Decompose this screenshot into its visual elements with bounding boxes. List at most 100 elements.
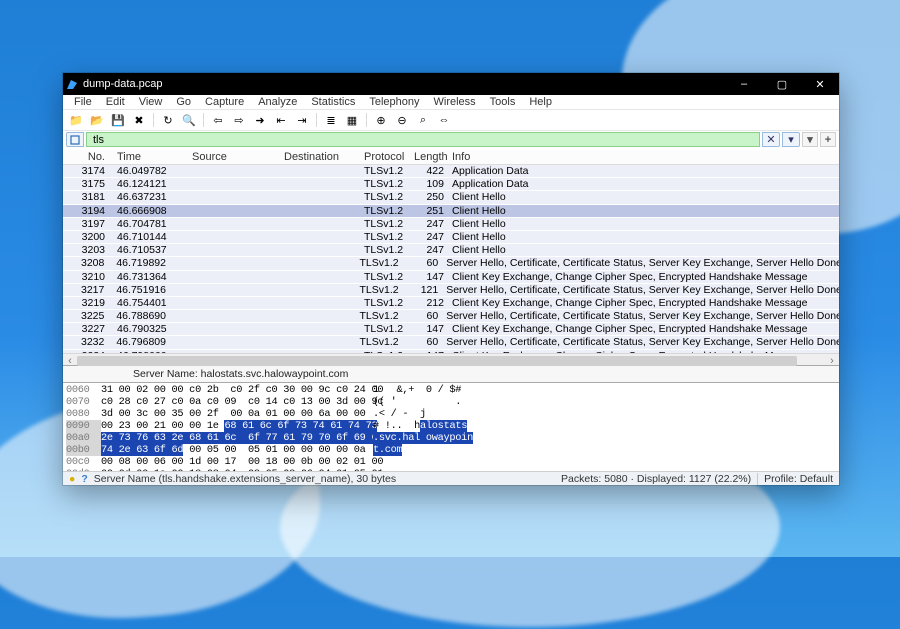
scroll-thumb[interactable] (77, 356, 797, 366)
col-info[interactable]: Info (448, 150, 839, 164)
packet-row[interactable]: 320346.710537TLSv1.2247Client Hello (63, 244, 839, 257)
packet-list-header[interactable]: No. Time Source Destination Protocol Len… (63, 150, 839, 165)
cell-source (188, 323, 280, 335)
hex-row[interactable]: 00a02e 73 76 63 2e 68 61 6c 6f 77 61 79 … (66, 432, 836, 444)
help-hint-icon[interactable]: ? (81, 473, 87, 485)
hex-ascii: (( ' . (373, 396, 836, 408)
packet-row[interactable]: 320846.719892TLSv1.260Server Hello, Cert… (63, 257, 839, 270)
packet-row[interactable]: 318146.637231TLSv1.2250Client Hello (63, 191, 839, 204)
cell-time: 46.719892 (112, 257, 186, 269)
expert-info-icon[interactable]: ● (69, 473, 75, 485)
hex-bytes: 31 00 02 00 00 c0 2b c0 2f c0 30 00 9c c… (101, 384, 373, 396)
minimize-button[interactable]: – (725, 73, 763, 95)
packet-row[interactable]: 317446.049782TLSv1.2422Application Data (63, 165, 839, 178)
cell-info: Client Hello (448, 191, 839, 203)
cell-protocol: TLSv1.2 (360, 271, 410, 283)
resize-cols-icon[interactable]: ⇔ (434, 110, 454, 130)
packet-row[interactable]: 322746.790325TLSv1.2147Client Key Exchan… (63, 323, 839, 336)
go-forward-icon[interactable]: ⇨ (229, 110, 249, 130)
menu-statistics[interactable]: Statistics (304, 95, 362, 109)
hex-row[interactable]: 009000 23 00 21 00 00 1e 68 61 6c 6f 73 … (66, 420, 836, 432)
col-protocol[interactable]: Protocol (360, 150, 410, 164)
filter-bookmark-icon[interactable] (66, 132, 84, 147)
zoom-reset-icon[interactable]: ⌕ (413, 110, 433, 130)
cell-no: 3227 (63, 323, 113, 335)
col-dest[interactable]: Destination (280, 150, 360, 164)
cell-source (188, 218, 280, 230)
auto-scroll-icon[interactable]: ≣ (321, 110, 341, 130)
menu-help[interactable]: Help (522, 95, 559, 109)
packet-row[interactable]: 319746.704781TLSv1.2247Client Hello (63, 218, 839, 231)
menu-edit[interactable]: Edit (99, 95, 132, 109)
hex-ascii: 1 &,+ 0 / $# (373, 384, 836, 396)
menu-wireless[interactable]: Wireless (427, 95, 483, 109)
filter-history-icon[interactable]: ▾ (802, 132, 818, 147)
filter-add-button[interactable]: + (820, 132, 836, 147)
display-filter-input[interactable] (86, 132, 760, 147)
cell-dest (280, 218, 360, 230)
hex-ascii: # !.. halostats (373, 420, 836, 432)
colorize-icon[interactable]: ▦ (342, 110, 362, 130)
zoom-out-icon[interactable]: ⊖ (392, 110, 412, 130)
hex-row[interactable]: 0070c0 28 c0 27 c0 0a c0 09 c0 14 c0 13 … (66, 396, 836, 408)
menu-analyze[interactable]: Analyze (251, 95, 304, 109)
cell-length: 60 (405, 310, 442, 322)
reload-icon[interactable]: ↻ (158, 110, 178, 130)
cell-length: 247 (410, 244, 448, 256)
packet-row[interactable]: 321046.731364TLSv1.2147Client Key Exchan… (63, 271, 839, 284)
menu-go[interactable]: Go (169, 95, 198, 109)
cell-length: 147 (410, 271, 448, 283)
packet-row[interactable]: 323246.796809TLSv1.260Server Hello, Cert… (63, 336, 839, 349)
cell-dest (280, 323, 360, 335)
zoom-in-icon[interactable]: ⊕ (371, 110, 391, 130)
menu-view[interactable]: View (132, 95, 170, 109)
hex-row[interactable]: 006031 00 02 00 00 c0 2b c0 2f c0 30 00 … (66, 384, 836, 396)
title-bar[interactable]: dump-data.pcap – ▢ ✕ (63, 73, 839, 95)
packet-row[interactable]: 319446.666908TLSv1.2251Client Hello (63, 205, 839, 218)
cell-protocol: TLSv1.2 (360, 205, 410, 217)
filter-clear-icon[interactable]: ✕ (762, 132, 780, 147)
col-source[interactable]: Source (188, 150, 280, 164)
packet-row[interactable]: 320046.710144TLSv1.2247Client Hello (63, 231, 839, 244)
packet-details-pane[interactable]: Server Name: halostats.svc.halowaypoint.… (63, 366, 839, 383)
go-back-icon[interactable]: ⇦ (208, 110, 228, 130)
menu-telephony[interactable]: Telephony (362, 95, 426, 109)
packet-row[interactable]: 322546.788690TLSv1.260Server Hello, Cert… (63, 310, 839, 323)
hex-bytes: 00 08 00 06 00 1d 00 17 00 18 00 0b 00 0… (101, 456, 373, 468)
status-profile[interactable]: Profile: Default (764, 473, 833, 485)
close-button[interactable]: ✕ (801, 73, 839, 95)
cell-no: 3210 (63, 271, 113, 283)
col-length[interactable]: Length (410, 150, 448, 164)
last-icon[interactable]: ⇥ (292, 110, 312, 130)
menu-tools[interactable]: Tools (483, 95, 523, 109)
cell-no: 3174 (63, 165, 113, 177)
maximize-button[interactable]: ▢ (763, 73, 801, 95)
packet-row[interactable]: 317546.124121TLSv1.2109Application Data (63, 178, 839, 191)
first-icon[interactable]: ⇤ (271, 110, 291, 130)
col-no[interactable]: No. (63, 150, 113, 164)
cell-length: 147 (410, 323, 448, 335)
filter-apply-dropdown-icon[interactable]: ▾ (782, 132, 800, 147)
scroll-right-icon[interactable]: › (825, 354, 839, 368)
packet-row[interactable]: 321946.754401TLSv1.2212Client Key Exchan… (63, 297, 839, 310)
scroll-left-icon[interactable]: ‹ (63, 354, 77, 368)
open-folder-icon[interactable]: 📂 (87, 110, 107, 130)
cell-no: 3219 (63, 297, 113, 309)
hex-row[interactable]: 00803d 00 3c 00 35 00 2f 00 0a 01 00 00 … (66, 408, 836, 420)
cell-info: Application Data (448, 165, 839, 177)
menu-file[interactable]: File (67, 95, 99, 109)
find-icon[interactable]: 🔍 (179, 110, 199, 130)
close-capture-icon[interactable]: ✖ (129, 110, 149, 130)
open-file-icon[interactable]: 📁 (66, 110, 86, 130)
main-toolbar: 📁📂💾✖ ↻🔍 ⇦⇨➜⇤⇥ ≣▦ ⊕⊖⌕⇔ (63, 110, 839, 131)
go-to-icon[interactable]: ➜ (250, 110, 270, 130)
packet-list-scrollbar[interactable]: ‹ › (63, 353, 839, 365)
packet-bytes-pane[interactable]: 006031 00 02 00 00 c0 2b c0 2f c0 30 00 … (63, 383, 839, 471)
packet-list-body[interactable]: 317446.049782TLSv1.2422Application Data3… (63, 165, 839, 353)
packet-row[interactable]: 321746.751916TLSv1.2121Server Hello, Cer… (63, 284, 839, 297)
hex-row[interactable]: 00b074 2e 63 6f 6d 00 05 00 05 01 00 00 … (66, 444, 836, 456)
col-time[interactable]: Time (113, 150, 188, 164)
save-icon[interactable]: 💾 (108, 110, 128, 130)
hex-row[interactable]: 00c000 08 00 06 00 1d 00 17 00 18 00 0b … (66, 456, 836, 468)
menu-capture[interactable]: Capture (198, 95, 251, 109)
